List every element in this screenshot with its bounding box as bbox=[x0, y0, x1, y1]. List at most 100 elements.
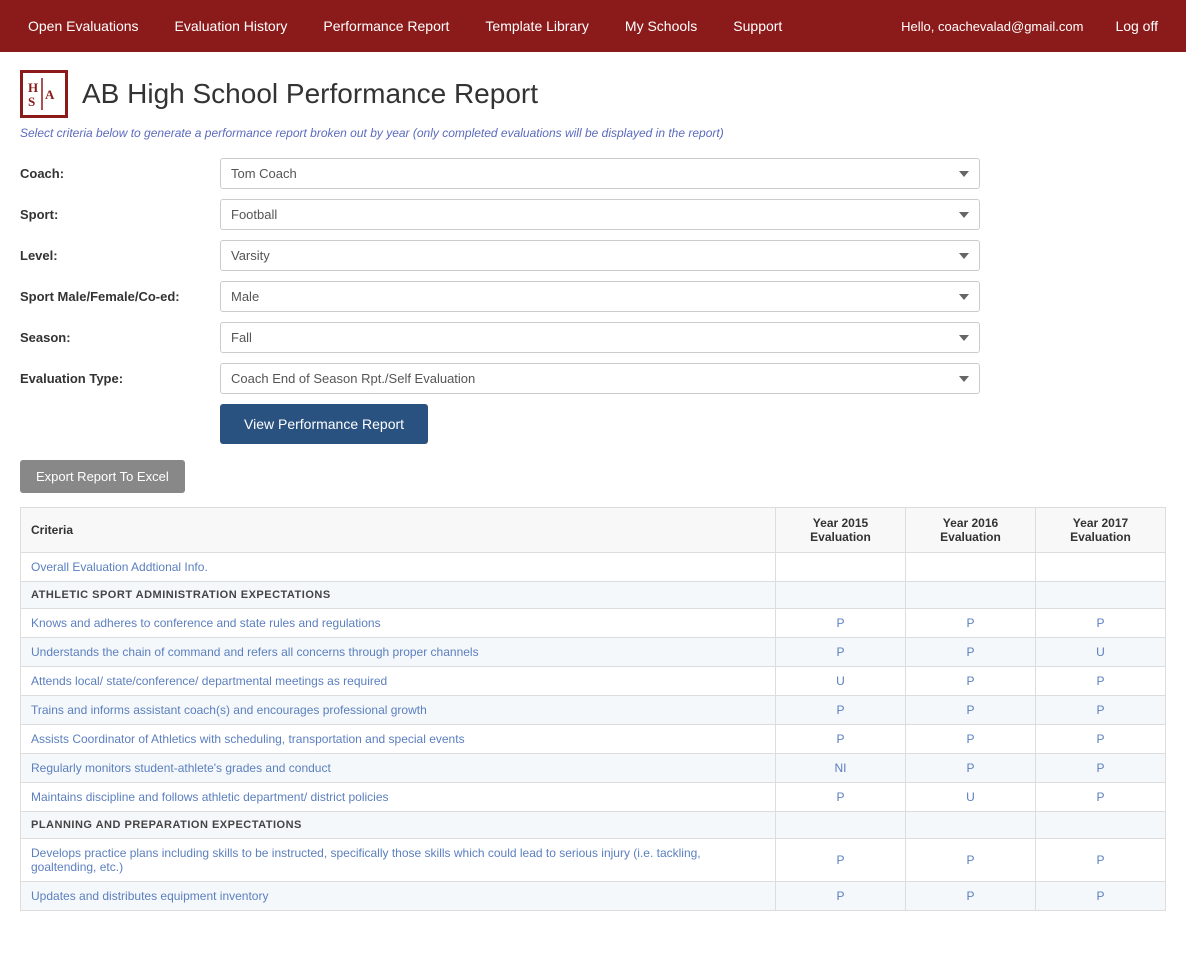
nav-open-evaluations[interactable]: Open Evaluations bbox=[10, 0, 157, 52]
value-2015: P bbox=[776, 609, 906, 638]
value-2016: U bbox=[906, 783, 1036, 812]
criteria-cell: Regularly monitors student-athlete's gra… bbox=[21, 754, 776, 783]
value-2015: P bbox=[776, 638, 906, 667]
value-2017: P bbox=[1036, 725, 1166, 754]
svg-text:S: S bbox=[28, 94, 35, 109]
value-2015: P bbox=[776, 696, 906, 725]
coach-select[interactable]: Tom Coach bbox=[220, 158, 980, 189]
eval-type-select[interactable]: Coach End of Season Rpt./Self Evaluation bbox=[220, 363, 980, 394]
school-logo: H S A bbox=[20, 70, 68, 118]
value-2017: P bbox=[1036, 667, 1166, 696]
value-2017: P bbox=[1036, 754, 1166, 783]
value-2016: P bbox=[906, 696, 1036, 725]
criteria-cell: Assists Coordinator of Athletics with sc… bbox=[21, 725, 776, 754]
criteria-cell: Trains and informs assistant coach(s) an… bbox=[21, 696, 776, 725]
value-2017: P bbox=[1036, 696, 1166, 725]
svg-text:H: H bbox=[28, 80, 38, 95]
gender-row: Sport Male/Female/Co-ed: Male bbox=[20, 281, 1166, 312]
nav-right: Hello, coachevalad@gmail.com Log off bbox=[887, 0, 1176, 52]
table-row: ATHLETIC SPORT ADMINISTRATION EXPECTATIO… bbox=[21, 582, 1166, 609]
value-2015: NI bbox=[776, 754, 906, 783]
value-2017: P bbox=[1036, 783, 1166, 812]
criteria-cell: Attends local/ state/conference/ departm… bbox=[21, 667, 776, 696]
coach-row: Coach: Tom Coach bbox=[20, 158, 1166, 189]
criteria-cell: ATHLETIC SPORT ADMINISTRATION EXPECTATIO… bbox=[21, 582, 776, 609]
view-report-button[interactable]: View Performance Report bbox=[220, 404, 428, 444]
criteria-cell: Knows and adheres to conference and stat… bbox=[21, 609, 776, 638]
value-2017: P bbox=[1036, 882, 1166, 911]
page-header: H S A AB High School Performance Report bbox=[20, 70, 1166, 118]
value-2015 bbox=[776, 553, 906, 582]
value-2017: P bbox=[1036, 839, 1166, 882]
value-2015 bbox=[776, 582, 906, 609]
criteria-cell: Understands the chain of command and ref… bbox=[21, 638, 776, 667]
sport-label: Sport: bbox=[20, 207, 220, 222]
table-row: Assists Coordinator of Athletics with sc… bbox=[21, 725, 1166, 754]
table-row: Updates and distributes equipment invent… bbox=[21, 882, 1166, 911]
value-2016 bbox=[906, 812, 1036, 839]
nav-performance-report[interactable]: Performance Report bbox=[305, 0, 467, 52]
coach-label: Coach: bbox=[20, 166, 220, 181]
table-row: Regularly monitors student-athlete's gra… bbox=[21, 754, 1166, 783]
value-2016: P bbox=[906, 754, 1036, 783]
table-row: Maintains discipline and follows athleti… bbox=[21, 783, 1166, 812]
eval-type-label: Evaluation Type: bbox=[20, 371, 220, 386]
value-2016: P bbox=[906, 638, 1036, 667]
page-title: AB High School Performance Report bbox=[82, 78, 538, 110]
season-row: Season: Fall bbox=[20, 322, 1166, 353]
criteria-cell: PLANNING AND PREPARATION EXPECTATIONS bbox=[21, 812, 776, 839]
table-row: PLANNING AND PREPARATION EXPECTATIONS bbox=[21, 812, 1166, 839]
performance-table: Criteria Year 2015 Evaluation Year 2016 … bbox=[20, 507, 1166, 911]
value-2017 bbox=[1036, 553, 1166, 582]
value-2017: U bbox=[1036, 638, 1166, 667]
table-header-row: Criteria Year 2015 Evaluation Year 2016 … bbox=[21, 508, 1166, 553]
value-2016: P bbox=[906, 667, 1036, 696]
value-2015: U bbox=[776, 667, 906, 696]
criteria-form: Coach: Tom Coach Sport: Football Level: … bbox=[20, 158, 1166, 394]
value-2016: P bbox=[906, 839, 1036, 882]
table-row: Knows and adheres to conference and stat… bbox=[21, 609, 1166, 638]
table-row: Overall Evaluation Addtional Info. bbox=[21, 553, 1166, 582]
value-2015: P bbox=[776, 725, 906, 754]
gender-select[interactable]: Male bbox=[220, 281, 980, 312]
value-2017: P bbox=[1036, 609, 1166, 638]
nav-template-library[interactable]: Template Library bbox=[467, 0, 607, 52]
value-2016: P bbox=[906, 882, 1036, 911]
value-2017 bbox=[1036, 582, 1166, 609]
main-nav: Open Evaluations Evaluation History Perf… bbox=[0, 0, 1186, 52]
col-criteria: Criteria bbox=[21, 508, 776, 553]
gender-label: Sport Male/Female/Co-ed: bbox=[20, 289, 220, 304]
table-row: Develops practice plans including skills… bbox=[21, 839, 1166, 882]
value-2016: P bbox=[906, 609, 1036, 638]
table-row: Attends local/ state/conference/ departm… bbox=[21, 667, 1166, 696]
value-2016: P bbox=[906, 725, 1036, 754]
value-2017 bbox=[1036, 812, 1166, 839]
user-greeting: Hello, coachevalad@gmail.com bbox=[887, 19, 1097, 34]
season-label: Season: bbox=[20, 330, 220, 345]
level-row: Level: Varsity bbox=[20, 240, 1166, 271]
sport-select[interactable]: Football bbox=[220, 199, 980, 230]
nav-my-schools[interactable]: My Schools bbox=[607, 0, 715, 52]
sport-row: Sport: Football bbox=[20, 199, 1166, 230]
criteria-cell: Maintains discipline and follows athleti… bbox=[21, 783, 776, 812]
export-button[interactable]: Export Report To Excel bbox=[20, 460, 185, 493]
table-row: Understands the chain of command and ref… bbox=[21, 638, 1166, 667]
nav-support[interactable]: Support bbox=[715, 0, 800, 52]
value-2016 bbox=[906, 582, 1036, 609]
page-subtitle: Select criteria below to generate a perf… bbox=[20, 126, 1166, 140]
season-select[interactable]: Fall bbox=[220, 322, 980, 353]
nav-evaluation-history[interactable]: Evaluation History bbox=[157, 0, 306, 52]
value-2015: P bbox=[776, 783, 906, 812]
svg-text:A: A bbox=[45, 87, 55, 102]
value-2015: P bbox=[776, 882, 906, 911]
page-content: H S A AB High School Performance Report … bbox=[0, 52, 1186, 929]
criteria-cell: Overall Evaluation Addtional Info. bbox=[21, 553, 776, 582]
col-2016: Year 2016 Evaluation bbox=[906, 508, 1036, 553]
level-select[interactable]: Varsity bbox=[220, 240, 980, 271]
value-2015: P bbox=[776, 839, 906, 882]
logoff-link[interactable]: Log off bbox=[1097, 0, 1176, 52]
value-2016 bbox=[906, 553, 1036, 582]
value-2015 bbox=[776, 812, 906, 839]
table-row: Trains and informs assistant coach(s) an… bbox=[21, 696, 1166, 725]
col-2017: Year 2017 Evaluation bbox=[1036, 508, 1166, 553]
